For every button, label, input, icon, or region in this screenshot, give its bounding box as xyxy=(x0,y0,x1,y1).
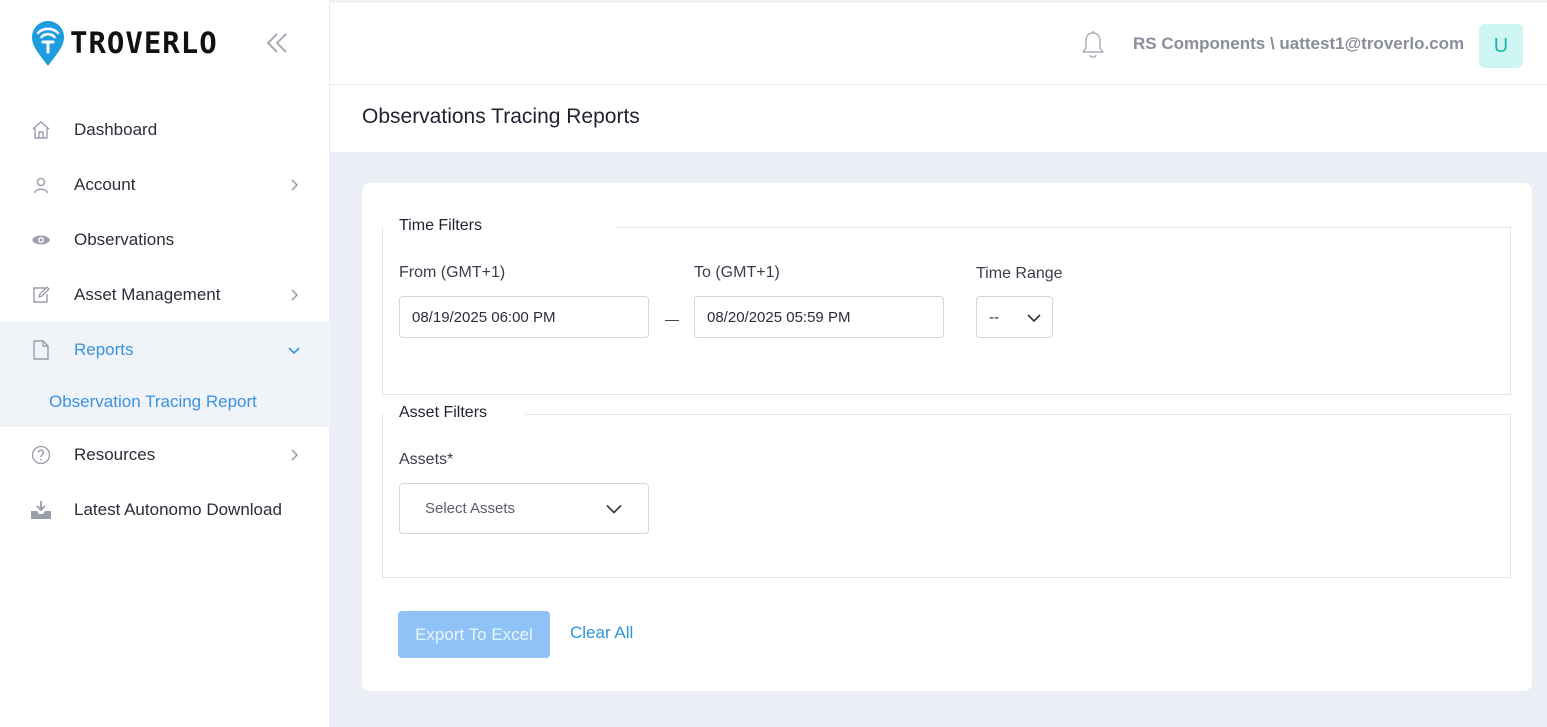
brand-logo[interactable]: TROVERLO xyxy=(30,18,218,68)
sidebar-item-label: Latest Autonomo Download xyxy=(74,499,282,519)
wifi-pin-logo-icon xyxy=(32,21,64,66)
time-filters-legend: Time Filters xyxy=(383,217,617,235)
sidebar-item-latest-autonomo-download[interactable]: Latest Autonomo Download xyxy=(0,482,330,537)
from-date-input[interactable]: 08/19/2025 06:00 PM xyxy=(399,296,649,338)
sidebar-subitem-label: Observation Tracing Report xyxy=(49,392,257,411)
sidebar-item-dashboard[interactable]: Dashboard xyxy=(0,102,330,157)
collapse-sidebar-button[interactable] xyxy=(262,30,292,56)
clear-all-link[interactable]: Clear All xyxy=(570,623,633,643)
top-header: RS Components \ uattest1@troverlo.com U xyxy=(330,0,1547,85)
chevron-right-icon xyxy=(286,447,302,463)
to-date-input[interactable]: 08/20/2025 05:59 PM xyxy=(694,296,944,338)
notifications-bell-icon[interactable] xyxy=(1080,30,1106,60)
chevron-down-icon xyxy=(606,504,622,514)
to-date-value: 08/20/2025 05:59 PM xyxy=(707,308,851,326)
chevron-right-icon xyxy=(286,177,302,193)
document-icon xyxy=(30,339,52,361)
time-range-value: -- xyxy=(989,308,999,326)
sidebar-item-label: Resources xyxy=(74,444,156,464)
sidebar-nav: Dashboard Account Observations Asset Man… xyxy=(0,102,330,537)
help-circle-icon xyxy=(30,444,52,466)
report-filters-card: Time Filters From (GMT+1) 08/19/2025 06:… xyxy=(362,183,1532,691)
double-chevron-left-icon xyxy=(266,33,287,53)
chevron-down-icon xyxy=(1027,314,1041,323)
assets-select[interactable]: Select Assets xyxy=(399,483,649,534)
home-icon xyxy=(30,119,52,141)
from-date-value: 08/19/2025 06:00 PM xyxy=(412,308,556,326)
sidebar-item-observations[interactable]: Observations xyxy=(0,212,330,267)
sidebar-item-label: Observations xyxy=(74,229,175,249)
sidebar-item-resources[interactable]: Resources xyxy=(0,427,330,482)
avatar[interactable]: U xyxy=(1479,24,1523,68)
sidebar-item-label: Asset Management xyxy=(74,284,221,304)
chevron-down-icon xyxy=(286,342,302,358)
to-date-label: To (GMT+1) xyxy=(694,264,780,281)
sidebar-item-label: Dashboard xyxy=(74,119,158,139)
sidebar: TROVERLO Dashboard Account Observations … xyxy=(0,0,330,727)
sidebar-item-reports[interactable]: Reports xyxy=(0,322,330,377)
sidebar-item-label: Account xyxy=(74,174,136,194)
user-icon xyxy=(30,174,52,196)
sidebar-subitem-observation-tracing-report[interactable]: Observation Tracing Report xyxy=(0,377,330,427)
page-title-bar: Observations Tracing Reports xyxy=(330,85,1547,152)
content-area: Time Filters From (GMT+1) 08/19/2025 06:… xyxy=(330,152,1547,727)
chevron-right-icon xyxy=(286,287,302,303)
export-to-excel-button[interactable]: Export To Excel xyxy=(398,611,550,658)
user-account-label[interactable]: RS Components \ uattest1@troverlo.com xyxy=(1133,34,1464,54)
download-tray-icon xyxy=(30,499,52,521)
eye-icon xyxy=(30,229,52,251)
asset-filters-legend: Asset Filters xyxy=(383,404,525,422)
sidebar-item-account[interactable]: Account xyxy=(0,157,330,212)
sidebar-item-asset-management[interactable]: Asset Management xyxy=(0,267,330,322)
time-range-label: Time Range xyxy=(976,265,1063,282)
date-range-separator xyxy=(665,320,679,321)
edit-icon xyxy=(30,284,52,306)
from-date-label: From (GMT+1) xyxy=(399,264,506,281)
page-title: Observations Tracing Reports xyxy=(362,105,640,128)
time-range-select[interactable]: -- xyxy=(976,296,1053,338)
brand-name: TROVERLO xyxy=(70,26,218,60)
sidebar-item-label: Reports xyxy=(74,339,134,359)
assets-placeholder: Select Assets xyxy=(425,500,516,517)
assets-label: Assets* xyxy=(399,451,454,468)
